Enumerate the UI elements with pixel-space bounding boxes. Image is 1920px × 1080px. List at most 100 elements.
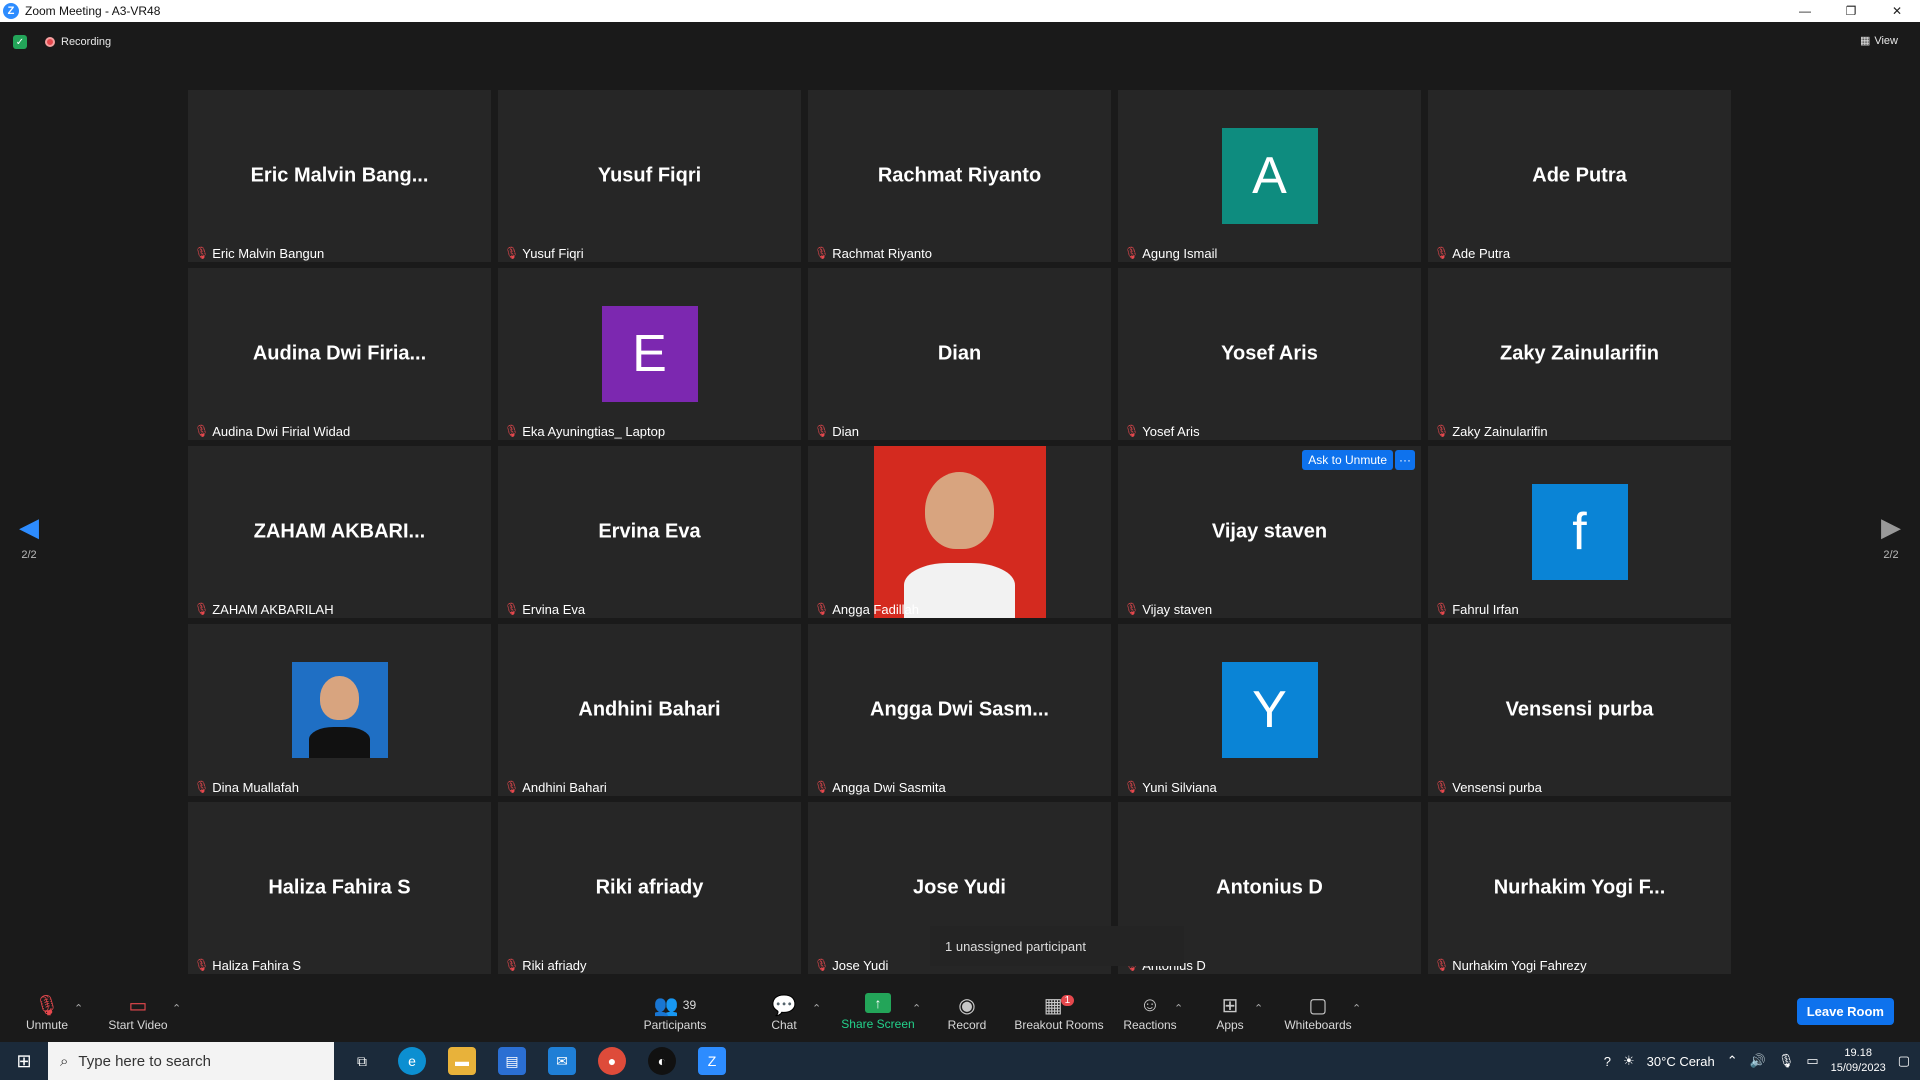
participant-tile[interactable]: E 🎙 Eka Ayuningtias_ Laptop bbox=[498, 268, 801, 440]
task-view-icon[interactable]: ⧉ bbox=[348, 1047, 376, 1075]
close-button[interactable]: ✕ bbox=[1874, 0, 1920, 22]
chrome-icon[interactable]: ● bbox=[598, 1047, 626, 1075]
file-explorer-icon[interactable]: ▬ bbox=[448, 1047, 476, 1075]
apps-options-caret[interactable]: ⌃ bbox=[1254, 1002, 1263, 1015]
clock[interactable]: 19.18 15/09/2023 bbox=[1831, 1046, 1886, 1076]
ask-to-unmute-button[interactable]: Ask to Unmute bbox=[1302, 450, 1393, 470]
record-dot-icon bbox=[45, 37, 55, 47]
mic-muted-icon: 🎙 bbox=[504, 602, 520, 616]
participant-tile[interactable]: Ade Putra 🎙 Ade Putra bbox=[1428, 90, 1731, 262]
participant-tile[interactable]: Eric Malvin Bang... 🎙 Eric Malvin Bangun bbox=[188, 90, 491, 262]
participant-tile[interactable]: Angga Dwi Sasm... 🎙 Angga Dwi Sasmita bbox=[808, 624, 1111, 796]
participant-display-name: ZAHAM AKBARI... bbox=[253, 520, 426, 543]
zoom-taskbar-icon[interactable]: Z bbox=[698, 1047, 726, 1075]
mic-muted-icon: 🎙 bbox=[1434, 780, 1450, 794]
participant-tile[interactable]: Dian 🎙 Dian bbox=[808, 268, 1111, 440]
apps-button[interactable]: ⊞ Apps bbox=[1214, 982, 1246, 1042]
participant-tile[interactable]: Haliza Fahira S 🎙 Haliza Fahira S bbox=[188, 802, 491, 974]
taskbar-search[interactable]: ⌕ Type here to search bbox=[48, 1042, 334, 1080]
unmute-button[interactable]: 🎙 Unmute bbox=[22, 982, 72, 1042]
more-options-button[interactable]: ··· bbox=[1395, 450, 1415, 470]
mic-muted-icon: 🎙 bbox=[194, 958, 210, 972]
participant-tile[interactable]: Y 🎙 Yuni Silviana bbox=[1118, 624, 1421, 796]
weather-text[interactable]: 30°C Cerah bbox=[1647, 1054, 1715, 1069]
participant-tile[interactable]: f 🎙 Fahrul Irfan bbox=[1428, 446, 1731, 618]
participant-tile[interactable]: Riki afriady 🎙 Riki afriady bbox=[498, 802, 801, 974]
arrow-left-icon[interactable]: ◀ bbox=[14, 512, 44, 543]
reactions-options-caret[interactable]: ⌃ bbox=[1174, 1002, 1183, 1015]
notifications-icon[interactable]: ▢ bbox=[1898, 1053, 1910, 1069]
mic-icon[interactable]: 🎙 bbox=[1778, 1053, 1795, 1069]
participant-tile[interactable]: Andhini Bahari 🎙 Andhini Bahari bbox=[498, 624, 801, 796]
participant-name: Rachmat Riyanto bbox=[832, 245, 932, 261]
name-label: 🎙 Ade Putra bbox=[1430, 244, 1514, 262]
clock-date: 15/09/2023 bbox=[1830, 1062, 1886, 1074]
video-options-caret[interactable]: ⌃ bbox=[172, 1002, 181, 1015]
participant-display-name: Riki afriady bbox=[595, 876, 704, 899]
share-options-caret[interactable]: ⌃ bbox=[912, 1002, 921, 1015]
restore-button[interactable]: ❐ bbox=[1828, 0, 1874, 22]
participant-tile[interactable]: Rachmat Riyanto 🎙 Rachmat Riyanto bbox=[808, 90, 1111, 262]
store-icon[interactable]: ▤ bbox=[498, 1047, 526, 1075]
edge-icon[interactable]: e bbox=[398, 1047, 426, 1075]
participant-name: Agung Ismail bbox=[1142, 245, 1218, 261]
record-label: Record bbox=[947, 1018, 987, 1032]
minimize-button[interactable]: — bbox=[1782, 0, 1828, 22]
mic-muted-icon: 🎙 bbox=[1434, 424, 1450, 438]
next-page[interactable]: ▶ 2/2 bbox=[1876, 512, 1906, 561]
mail-icon[interactable]: ✉ bbox=[548, 1047, 576, 1075]
recording-indicator[interactable]: Recording bbox=[45, 36, 111, 48]
name-label: 🎙 Yuni Silviana bbox=[1120, 778, 1221, 796]
volume-icon[interactable]: 🔊 bbox=[1750, 1053, 1766, 1069]
mic-muted-icon: 🎙 bbox=[194, 424, 210, 438]
help-icon[interactable]: ? bbox=[1604, 1054, 1611, 1069]
arrow-right-icon[interactable]: ▶ bbox=[1876, 512, 1906, 543]
participant-tile[interactable]: 🎙 Dina Muallafah bbox=[188, 624, 491, 796]
app-icon[interactable]: ◐ bbox=[648, 1047, 676, 1075]
participant-tile[interactable]: Vijay staven Ask to Unmute ··· 🎙 Vijay stave… bbox=[1118, 446, 1421, 618]
tray-chevron-icon[interactable]: ⌃ bbox=[1727, 1053, 1738, 1069]
view-button[interactable]: ▦ View bbox=[1860, 34, 1898, 48]
participant-tile[interactable]: Audina Dwi Firia... 🎙 Audina Dwi Firial Wi… bbox=[188, 268, 491, 440]
record-button[interactable]: ◉ Record bbox=[944, 982, 990, 1042]
share-screen-button[interactable]: ↑ Share Screen bbox=[840, 982, 916, 1042]
mic-muted-icon: 🎙 bbox=[504, 424, 520, 438]
breakout-rooms-button[interactable]: ▦ 1 Breakout Rooms bbox=[1014, 982, 1104, 1042]
chat-options-caret[interactable]: ⌃ bbox=[812, 1002, 821, 1015]
participant-tile[interactable]: Vensensi purba 🎙 Vensensi purba bbox=[1428, 624, 1731, 796]
participant-tile[interactable]: Yusuf Fiqri 🎙 Yusuf Fiqri bbox=[498, 90, 801, 262]
leave-room-button[interactable]: Leave Room bbox=[1796, 998, 1894, 1025]
participant-tile[interactable]: Ervina Eva 🎙 Ervina Eva bbox=[498, 446, 801, 618]
reactions-button[interactable]: ☺ Reactions bbox=[1122, 982, 1178, 1042]
mic-muted-icon: 🎙 bbox=[194, 602, 210, 616]
participant-display-name: Nurhakim Yogi F... bbox=[1493, 876, 1666, 899]
participant-tile[interactable]: Yosef Aris 🎙 Yosef Aris bbox=[1118, 268, 1421, 440]
network-icon[interactable]: ▭ bbox=[1806, 1053, 1818, 1069]
name-label: 🎙 Riki afriady bbox=[500, 956, 591, 974]
mic-muted-icon: 🎙 bbox=[1124, 602, 1140, 616]
participants-count: 39 bbox=[682, 998, 697, 1012]
chat-button[interactable]: 💬 Chat bbox=[766, 982, 802, 1042]
participant-name: Yusuf Fiqri bbox=[522, 245, 584, 261]
start-video-button[interactable]: ▭ Start Video bbox=[104, 982, 172, 1042]
participant-tile[interactable]: 🎙 Angga Fadillah bbox=[808, 446, 1111, 618]
reactions-label: Reactions bbox=[1123, 1018, 1177, 1032]
weather-icon[interactable]: ☀ bbox=[1623, 1053, 1635, 1069]
prev-page[interactable]: ◀ 2/2 bbox=[14, 512, 44, 561]
participant-tile[interactable]: Nurhakim Yogi F... 🎙 Nurhakim Yogi Fahrezy bbox=[1428, 802, 1731, 974]
zoom-logo-icon: Z bbox=[3, 3, 19, 19]
mic-muted-icon: 🎙 bbox=[814, 246, 830, 260]
participants-button[interactable]: 👥 39 Participants bbox=[642, 982, 708, 1042]
participant-tile[interactable]: A 🎙 Agung Ismail bbox=[1118, 90, 1421, 262]
participant-display-name: Vensensi purba bbox=[1505, 698, 1654, 721]
participant-tile[interactable]: Zaky Zainularifin 🎙 Zaky Zainularifin bbox=[1428, 268, 1731, 440]
whiteboards-button[interactable]: ▢ Whiteboards bbox=[1282, 982, 1354, 1042]
whiteboards-options-caret[interactable]: ⌃ bbox=[1352, 1002, 1361, 1015]
shield-icon[interactable]: ✓ bbox=[13, 35, 27, 49]
avatar: Y bbox=[1221, 662, 1318, 758]
name-label: 🎙 Angga Dwi Sasmita bbox=[810, 778, 950, 796]
participant-tile[interactable]: ZAHAM AKBARI... 🎙 ZAHAM AKBARILAH bbox=[188, 446, 491, 618]
participant-name: Nurhakim Yogi Fahrezy bbox=[1452, 957, 1587, 973]
audio-options-caret[interactable]: ⌃ bbox=[74, 1002, 83, 1015]
windows-start-icon[interactable]: ⊞ bbox=[0, 1042, 48, 1080]
